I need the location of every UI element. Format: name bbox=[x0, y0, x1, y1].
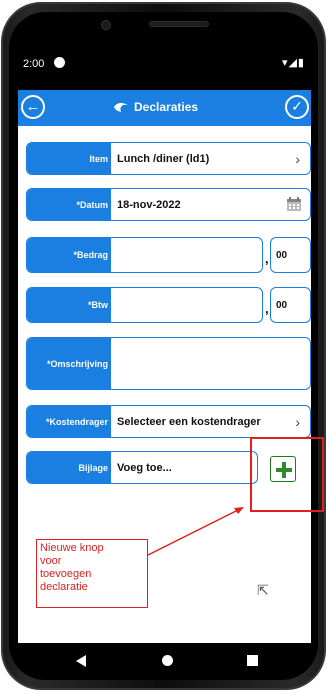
btw-decimals-field[interactable]: 00 bbox=[270, 287, 311, 323]
page-title: Declaraties bbox=[134, 100, 199, 114]
kostendrager-value: Selecteer een kostendrager bbox=[117, 415, 261, 428]
app-title-group: Declaraties bbox=[113, 100, 198, 114]
signal-battery-icons: ▾◢▮ bbox=[281, 57, 305, 69]
front-camera bbox=[101, 20, 111, 30]
btw-label: *Btw bbox=[27, 288, 111, 322]
circle-check-icon[interactable]: ✓ bbox=[285, 95, 309, 119]
status-bar: 2:00 ▾◢▮ bbox=[18, 45, 311, 90]
chevron-right-icon: › bbox=[295, 413, 300, 430]
bedrag-label: *Bedrag bbox=[27, 238, 111, 272]
datum-field[interactable]: *Datum 18-nov-2022 bbox=[26, 188, 311, 221]
omschrijving-label: *Omschrijving bbox=[27, 338, 111, 389]
bijlage-field[interactable]: Bijlage Voeg toe... bbox=[26, 451, 258, 484]
bedrag-decimals-field[interactable]: 00 bbox=[270, 237, 311, 273]
kostendrager-label: *Kostendrager bbox=[27, 406, 111, 437]
datum-value: 18-nov-2022 bbox=[117, 198, 181, 211]
item-value: Lunch /diner (ld1) bbox=[117, 152, 210, 165]
btw-comma: , bbox=[265, 301, 269, 316]
annotation-highlight-box bbox=[250, 437, 324, 512]
circle-arrow-left-icon[interactable]: ← bbox=[21, 95, 45, 119]
omschrijving-field[interactable]: *Omschrijving bbox=[26, 337, 311, 390]
app-bar: ← Declaraties ✓ bbox=[18, 90, 311, 126]
mouse-cursor-icon: ⇱ bbox=[257, 582, 269, 598]
status-time: 2:00 bbox=[23, 58, 45, 70]
nav-back-icon[interactable] bbox=[76, 655, 86, 667]
page: 2:00 ▾◢▮ ← Declaraties ✓ Item Lunch /din… bbox=[0, 0, 327, 691]
earpiece-speaker bbox=[149, 21, 209, 27]
annotation-callout: Nieuwe knop voor toevoegen declaratie bbox=[36, 539, 148, 608]
android-nav-bar bbox=[0, 645, 327, 679]
annotation-line-4: declaratie bbox=[40, 581, 88, 593]
btw-field[interactable]: *Btw bbox=[26, 287, 263, 323]
notification-icon bbox=[54, 57, 65, 68]
nav-home-icon[interactable] bbox=[162, 655, 173, 666]
bedrag-field[interactable]: *Bedrag bbox=[26, 237, 263, 273]
bijlage-value: Voeg toe... bbox=[117, 461, 172, 474]
item-field[interactable]: Item Lunch /diner (ld1) › bbox=[26, 142, 311, 175]
bijlage-label: Bijlage bbox=[27, 452, 111, 483]
logo-icon bbox=[114, 102, 128, 112]
kostendrager-field[interactable]: *Kostendrager Selecteer een kostendrager… bbox=[26, 405, 311, 438]
datum-label: *Datum bbox=[27, 189, 111, 220]
item-label: Item bbox=[27, 143, 111, 174]
chevron-right-icon: › bbox=[295, 150, 300, 167]
bedrag-comma: , bbox=[265, 251, 269, 266]
nav-recents-icon[interactable] bbox=[247, 655, 258, 666]
annotation-line-1: Nieuwe knop bbox=[40, 542, 104, 554]
annotation-line-3: toevoegen bbox=[40, 568, 92, 580]
calendar-icon[interactable] bbox=[286, 197, 302, 212]
annotation-line-2: voor bbox=[40, 555, 62, 567]
